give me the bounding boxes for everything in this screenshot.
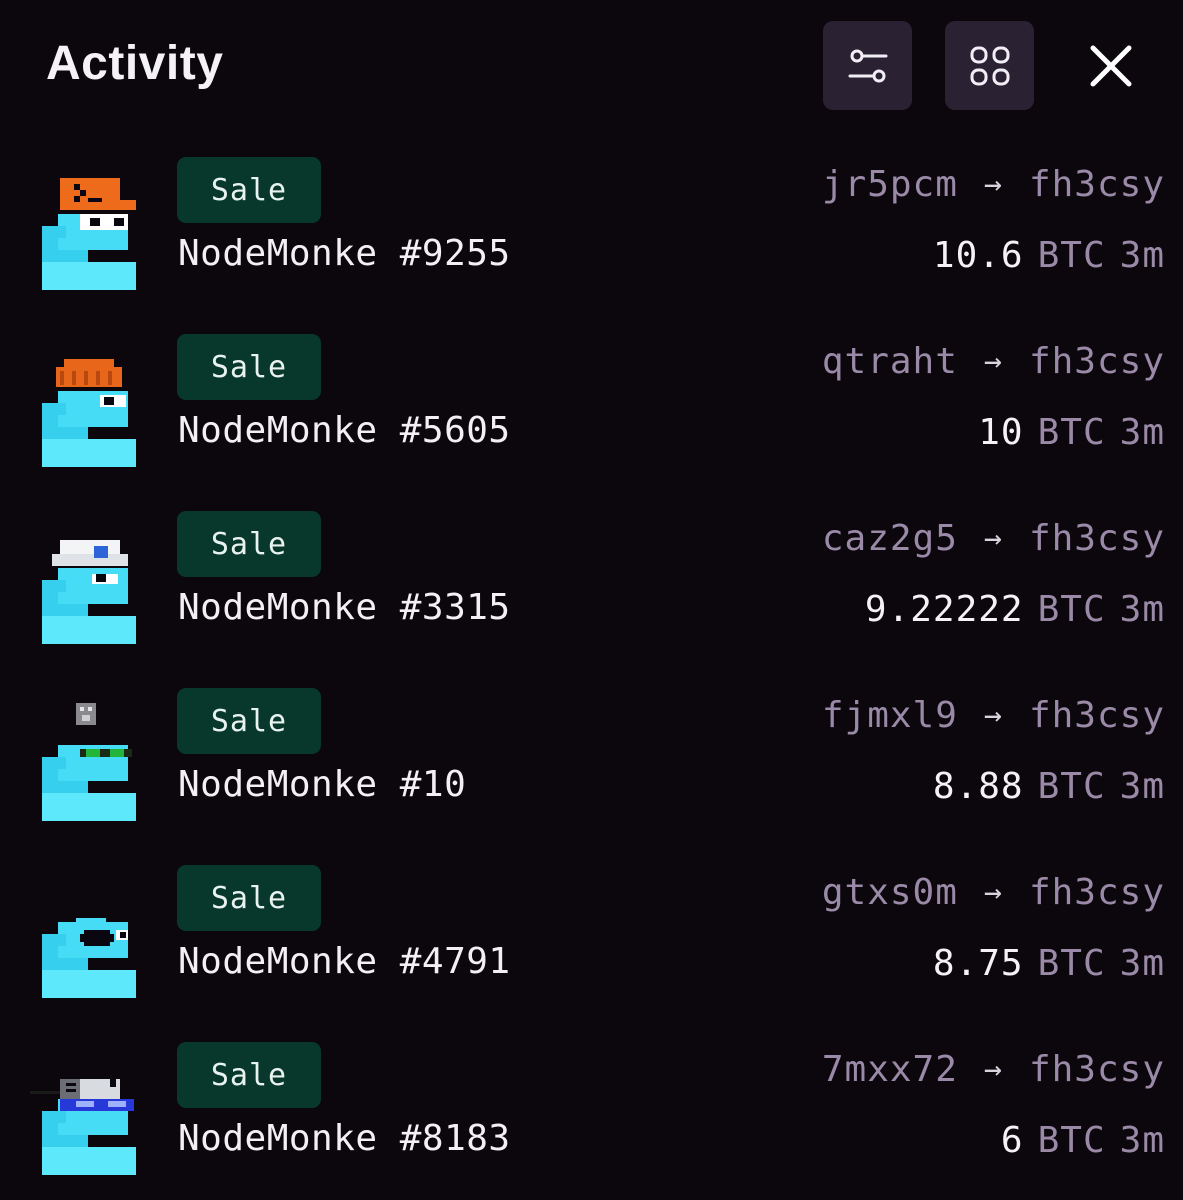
page-title: Activity	[46, 37, 224, 90]
item-name[interactable]: NodeMonke #4791	[178, 941, 511, 982]
item-name[interactable]: NodeMonke #5605	[178, 410, 511, 451]
from-address[interactable]: jr5pcm	[822, 164, 958, 205]
arrow-right-icon: →	[983, 344, 1003, 379]
list-item[interactable]: Sale NodeMonke #5605 qtraht → fh3csy 10 …	[0, 327, 1183, 504]
to-address[interactable]: fh3csy	[1029, 341, 1165, 382]
monke-orange-cap-avatar	[42, 178, 136, 290]
from-address[interactable]: 7mxx72	[822, 1049, 958, 1090]
price-amount: 10	[978, 412, 1024, 453]
close-button[interactable]	[1082, 37, 1140, 95]
price-line: 10.6 BTC 3m	[933, 235, 1165, 276]
item-name[interactable]: NodeMonke #8183	[178, 1118, 511, 1159]
arrow-right-icon: →	[983, 698, 1003, 733]
transfer-route: jr5pcm → fh3csy	[822, 164, 1165, 205]
grid-view-button[interactable]	[945, 21, 1034, 110]
item-name[interactable]: NodeMonke #3315	[178, 587, 511, 628]
from-address[interactable]: qtraht	[822, 341, 958, 382]
price-amount: 10.6	[932, 235, 1024, 276]
price-amount: 8.88	[932, 766, 1024, 807]
sliders-icon	[848, 49, 887, 82]
sale-badge: Sale	[177, 688, 321, 754]
price-line: 10 BTC 3m	[978, 412, 1165, 453]
time-ago: 3m	[1119, 766, 1165, 807]
price-unit: BTC	[1037, 1120, 1106, 1161]
time-ago: 3m	[1119, 589, 1165, 630]
grid-icon	[970, 46, 1009, 85]
monke-white-cap-avatar	[42, 540, 136, 644]
list-item[interactable]: Sale NodeMonke #4791 gtxs0m → fh3csy 8.7…	[0, 858, 1183, 1035]
from-address[interactable]: gtxs0m	[822, 872, 958, 913]
arrow-right-icon: →	[983, 875, 1003, 910]
transfer-route: caz2g5 → fh3csy	[822, 518, 1165, 559]
monke-green-shades-avatar	[42, 703, 136, 821]
time-ago: 3m	[1119, 235, 1165, 276]
list-item[interactable]: Sale NodeMonke #10 fjmxl9 → fh3csy 8.88 …	[0, 681, 1183, 858]
to-address[interactable]: fh3csy	[1029, 518, 1165, 559]
to-address[interactable]: fh3csy	[1029, 1049, 1165, 1090]
from-address[interactable]: fjmxl9	[822, 695, 958, 736]
sale-badge: Sale	[177, 157, 321, 223]
sale-badge: Sale	[177, 1042, 321, 1108]
price-unit: BTC	[1037, 235, 1106, 276]
activity-list: Sale NodeMonke #9255 jr5pcm → fh3csy 10.…	[0, 150, 1183, 1200]
price-line: 6 BTC 3m	[1001, 1120, 1165, 1161]
filter-button[interactable]	[823, 21, 912, 110]
time-ago: 3m	[1119, 1120, 1165, 1161]
arrow-right-icon: →	[983, 167, 1003, 202]
list-item[interactable]: Sale NodeMonke #8183 7mxx72 → fh3csy 6 B…	[0, 1035, 1183, 1200]
price-line: 9.22222 BTC 3m	[865, 589, 1165, 630]
list-item[interactable]: Sale NodeMonke #3315 caz2g5 → fh3csy 9.2…	[0, 504, 1183, 681]
activity-header: Activity	[0, 0, 1183, 140]
monke-eyepatch-avatar	[42, 918, 136, 998]
activity-panel: Activity Sale NodeMonke #9255 jr5pcm → f…	[0, 0, 1183, 1200]
arrow-right-icon: →	[983, 1052, 1003, 1087]
to-address[interactable]: fh3csy	[1029, 164, 1165, 205]
price-unit: BTC	[1037, 412, 1106, 453]
item-name[interactable]: NodeMonke #10	[178, 764, 466, 805]
price-line: 8.75 BTC 3m	[933, 943, 1165, 984]
close-icon	[1090, 45, 1132, 87]
transfer-route: fjmxl9 → fh3csy	[822, 695, 1165, 736]
to-address[interactable]: fh3csy	[1029, 695, 1165, 736]
price-line: 8.88 BTC 3m	[933, 766, 1165, 807]
monke-blue-glasses-avatar	[30, 1079, 136, 1175]
list-item[interactable]: Sale NodeMonke #9255 jr5pcm → fh3csy 10.…	[0, 150, 1183, 327]
transfer-route: 7mxx72 → fh3csy	[822, 1049, 1165, 1090]
sale-badge: Sale	[177, 865, 321, 931]
arrow-right-icon: →	[983, 521, 1003, 556]
time-ago: 3m	[1119, 943, 1165, 984]
price-amount: 9.22222	[864, 589, 1024, 630]
price-unit: BTC	[1037, 589, 1106, 630]
from-address[interactable]: caz2g5	[822, 518, 958, 559]
time-ago: 3m	[1119, 412, 1165, 453]
price-amount: 6	[1000, 1120, 1024, 1161]
transfer-route: gtxs0m → fh3csy	[822, 872, 1165, 913]
item-name[interactable]: NodeMonke #9255	[178, 233, 511, 274]
to-address[interactable]: fh3csy	[1029, 872, 1165, 913]
price-amount: 8.75	[932, 943, 1024, 984]
price-unit: BTC	[1037, 766, 1106, 807]
transfer-route: qtraht → fh3csy	[822, 341, 1165, 382]
sale-badge: Sale	[177, 334, 321, 400]
monke-beanie-avatar	[42, 359, 136, 467]
price-unit: BTC	[1037, 943, 1106, 984]
sale-badge: Sale	[177, 511, 321, 577]
